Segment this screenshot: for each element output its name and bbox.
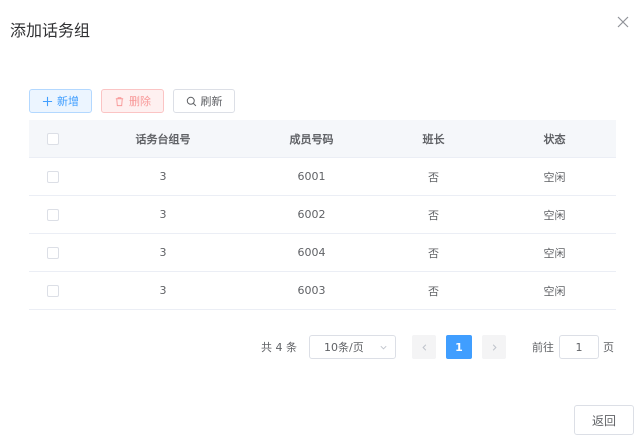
plus-icon [42, 96, 53, 107]
page-size-value: 10条/页 [324, 341, 364, 354]
status-cell: 空闲 [543, 284, 566, 298]
group-cell: 3 [159, 284, 167, 297]
back-button[interactable]: 返回 [574, 405, 634, 435]
delete-button[interactable]: 删除 [101, 89, 164, 113]
table-header: 话务台组号 成员号码 班长 状态 [29, 120, 616, 158]
select-all-checkbox[interactable] [47, 132, 59, 145]
member-table: 话务台组号 成员号码 班长 状态 3 6001 否 空闲 3 6002 否 空闲… [29, 120, 616, 310]
page-size-select[interactable]: 10条/页 [309, 335, 396, 359]
group-cell: 3 [159, 170, 167, 183]
column-header: 话务台组号 [135, 132, 191, 146]
row-checkbox[interactable] [47, 170, 59, 183]
leader-cell: 否 [428, 284, 439, 298]
jump-suffix: 页 [603, 341, 614, 354]
column-header: 状态 [543, 132, 566, 146]
refresh-button[interactable]: 刷新 [173, 89, 235, 113]
row-checkbox[interactable] [47, 284, 59, 297]
jump-page-input[interactable] [559, 335, 599, 359]
leader-cell: 否 [428, 170, 439, 184]
search-icon [186, 96, 197, 107]
member-cell: 6002 [297, 208, 326, 221]
table-row[interactable]: 3 6003 否 空闲 [29, 272, 616, 310]
chevron-left-icon [420, 343, 429, 352]
prev-page-button[interactable] [412, 335, 436, 359]
column-header: 成员号码 [289, 132, 334, 146]
leader-cell: 否 [428, 208, 439, 222]
row-checkbox[interactable] [47, 246, 59, 259]
trash-icon [114, 96, 125, 107]
member-cell: 6001 [297, 170, 326, 183]
pagination: 共 4 条 10条/页 1 前往 页 [261, 335, 614, 359]
group-cell: 3 [159, 246, 167, 259]
add-button[interactable]: 新增 [29, 89, 92, 113]
table-row[interactable]: 3 6002 否 空闲 [29, 196, 616, 234]
next-page-button[interactable] [482, 335, 506, 359]
chevron-down-icon [379, 343, 388, 352]
member-cell: 6003 [297, 284, 326, 297]
group-cell: 3 [159, 208, 167, 221]
refresh-button-label: 刷新 [200, 95, 223, 108]
total-count: 共 4 条 [261, 341, 297, 354]
dialog-title: 添加话务组 [10, 21, 91, 40]
status-cell: 空闲 [543, 170, 566, 184]
leader-cell: 否 [428, 246, 439, 260]
status-cell: 空闲 [543, 246, 566, 260]
table-row[interactable]: 3 6004 否 空闲 [29, 234, 616, 272]
jump-label: 前往 [532, 341, 554, 354]
table-row[interactable]: 3 6001 否 空闲 [29, 158, 616, 196]
close-icon[interactable] [615, 14, 631, 30]
add-button-label: 新增 [57, 95, 79, 108]
toolbar: 新增 删除 刷新 [29, 89, 235, 113]
chevron-right-icon [490, 343, 499, 352]
page-number-current[interactable]: 1 [446, 335, 472, 359]
member-cell: 6004 [297, 246, 326, 259]
status-cell: 空闲 [543, 208, 566, 222]
column-header: 班长 [422, 132, 445, 146]
delete-button-label: 删除 [129, 95, 151, 108]
row-checkbox[interactable] [47, 208, 59, 221]
